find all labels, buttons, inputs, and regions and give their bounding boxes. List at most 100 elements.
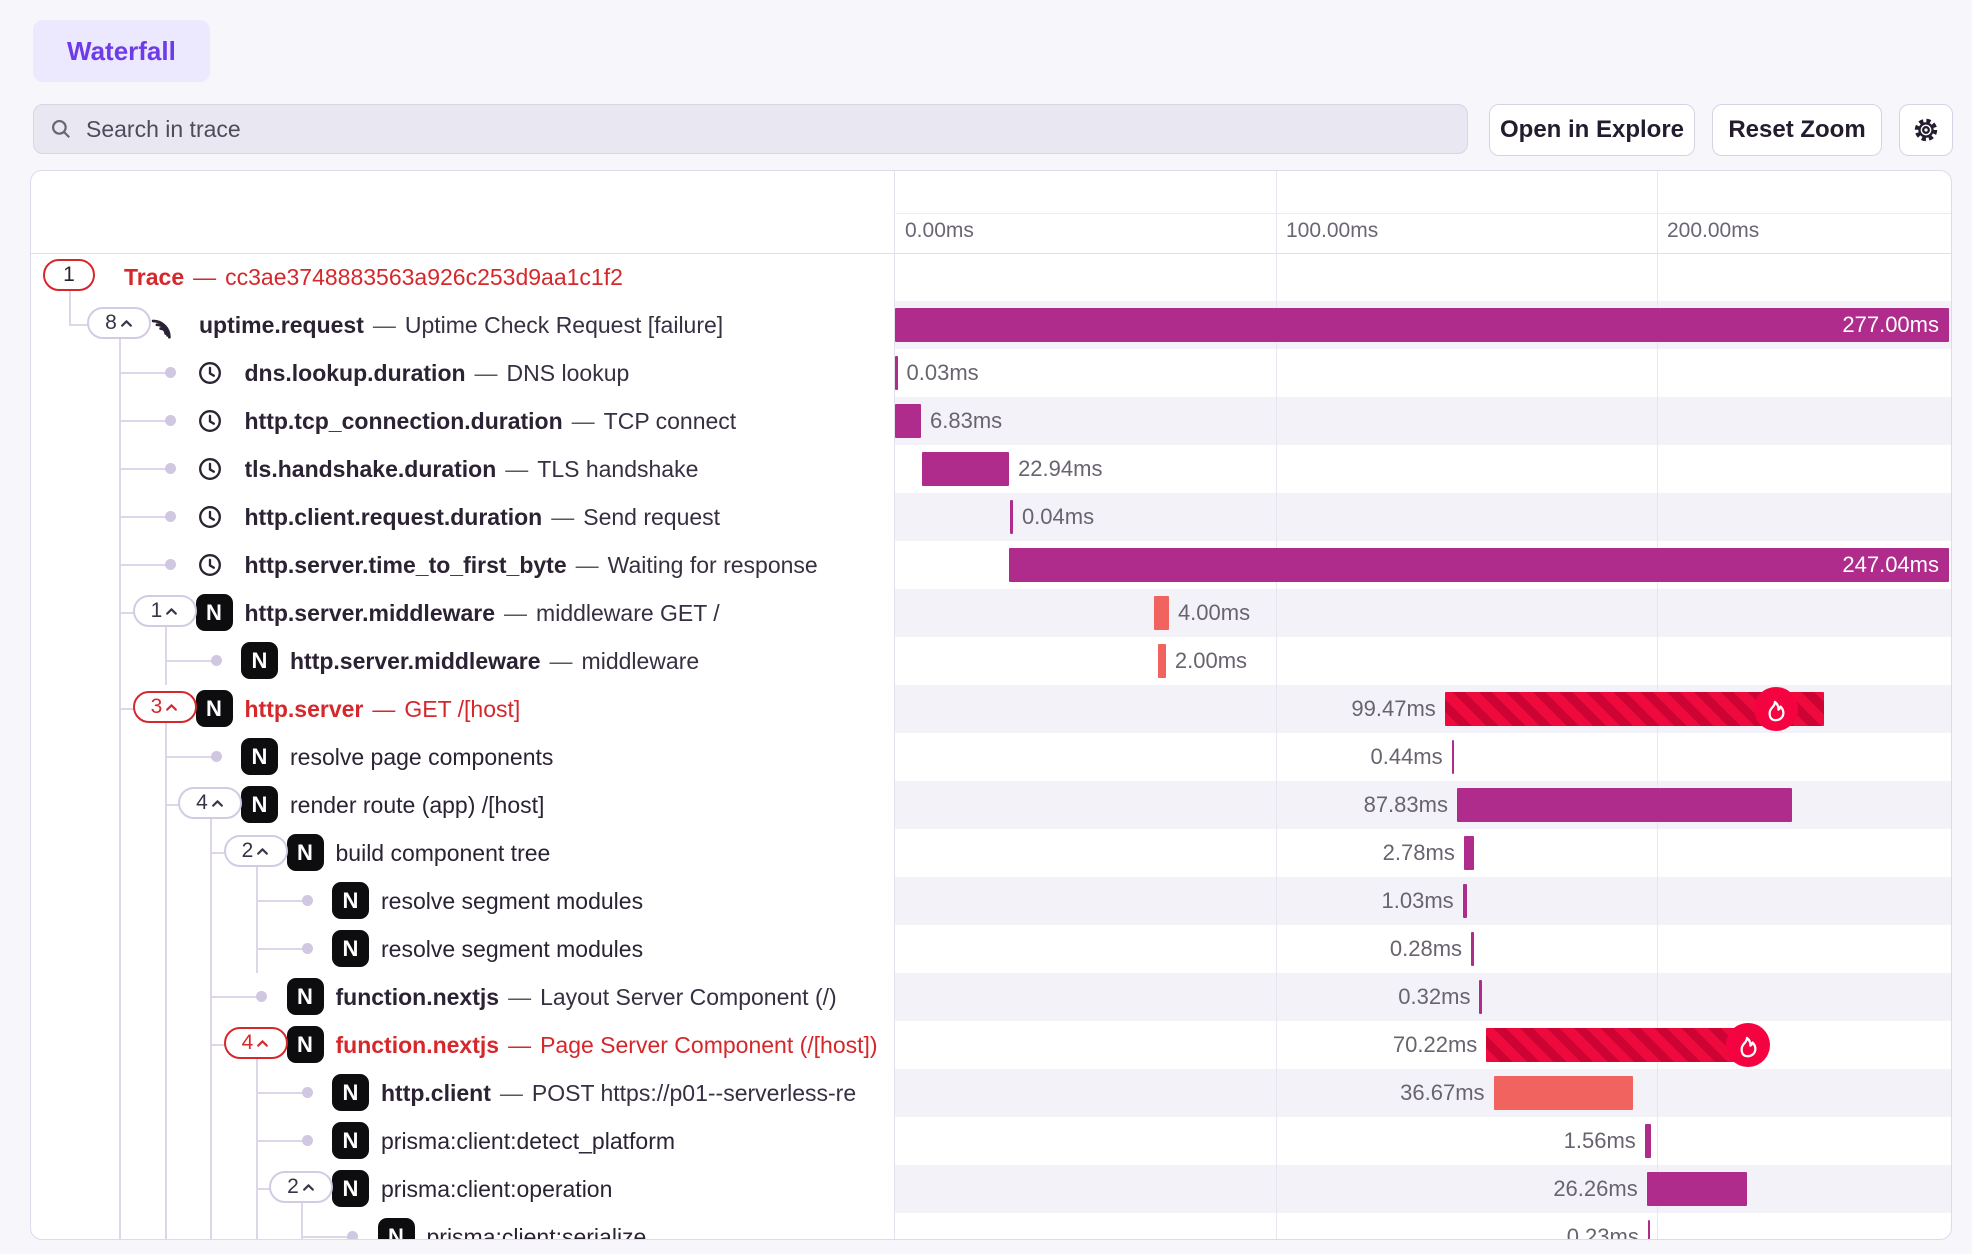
span-duration-bar[interactable] xyxy=(1645,1124,1651,1158)
expand-pill[interactable]: 1 xyxy=(133,595,197,627)
tree-node-dot xyxy=(165,559,176,570)
timeline-row[interactable]: 0.28ms xyxy=(895,925,1952,973)
span-tree-row[interactable]: tls.handshake.duration—TLS handshake xyxy=(31,445,894,493)
span-duration-bar[interactable] xyxy=(1158,644,1166,678)
expand-pill[interactable]: 4 xyxy=(178,787,242,819)
trace-waterfall-panel: 1Trace—cc3ae3748883563a926c253d9aa1c1f28… xyxy=(30,170,1952,1240)
timeline-row[interactable]: 0.03ms xyxy=(895,349,1952,397)
chevron-up-icon xyxy=(211,799,224,808)
nextjs-icon: N xyxy=(287,978,324,1015)
tree-guide-line xyxy=(119,973,121,1021)
timeline-row[interactable]: 22.94ms xyxy=(895,445,1952,493)
timeline-row[interactable]: 6.83ms xyxy=(895,397,1952,445)
tree-connector xyxy=(165,660,217,662)
span-tree-row[interactable]: 8uptime.request—Uptime Check Request [fa… xyxy=(31,301,894,349)
timeline-row[interactable]: 277.00ms xyxy=(895,301,1952,349)
span-duration-label: 1.56ms xyxy=(1476,1117,1636,1165)
search-input[interactable] xyxy=(84,115,1467,144)
span-duration-label: 1.03ms xyxy=(1294,877,1454,925)
nextjs-icon: N xyxy=(196,594,233,631)
span-duration-label: 70.22ms xyxy=(1317,1021,1477,1069)
span-tree-row[interactable]: 4Nfunction.nextjs—Page Server Component … xyxy=(31,1021,894,1069)
timeline-row[interactable]: 1.03ms xyxy=(895,877,1952,925)
span-tree-row[interactable]: http.client.request.duration—Send reques… xyxy=(31,493,894,541)
span-duration-bar[interactable] xyxy=(1464,836,1475,870)
timeline-row[interactable]: 87.83ms xyxy=(895,781,1952,829)
expand-pill[interactable]: 4 xyxy=(224,1027,288,1059)
nextjs-icon: N xyxy=(332,1074,369,1111)
timeline-row[interactable] xyxy=(895,253,1952,301)
span-duration-bar[interactable] xyxy=(895,356,898,390)
span-row-text: dns.lookup.duration—DNS lookup xyxy=(245,349,895,397)
search-box[interactable] xyxy=(33,104,1468,154)
span-tree-row[interactable]: 1Nhttp.server.middleware—middleware GET … xyxy=(31,589,894,637)
timeline-row[interactable]: 26.26ms xyxy=(895,1165,1952,1213)
timeline-row[interactable]: 2.00ms xyxy=(895,637,1952,685)
span-tree-row[interactable]: 4Nrender route (app) /[host] xyxy=(31,781,894,829)
tree-guide-line xyxy=(165,1069,167,1117)
span-duration-bar[interactable] xyxy=(1648,1220,1651,1239)
reset-zoom-button[interactable]: Reset Zoom xyxy=(1712,104,1882,156)
span-tree-row[interactable]: Nprisma:client:serialize xyxy=(31,1213,894,1239)
span-duration-bar[interactable] xyxy=(1471,932,1474,966)
span-tree-row[interactable]: Nprisma:client:detect_platform xyxy=(31,1117,894,1165)
span-duration-bar[interactable] xyxy=(1457,788,1792,822)
span-duration-bar[interactable] xyxy=(1647,1172,1747,1206)
tree-guide-line xyxy=(256,1059,258,1069)
span-tree-row[interactable]: http.tcp_connection.duration—TCP connect xyxy=(31,397,894,445)
chevron-up-icon xyxy=(120,319,133,328)
span-duration-bar[interactable] xyxy=(1452,740,1455,774)
span-duration-bar[interactable] xyxy=(895,404,921,438)
timeline-row[interactable]: 70.22ms xyxy=(895,1021,1952,1069)
tree-guide-line xyxy=(119,637,121,685)
span-tree-row[interactable]: Nhttp.client—POST https://p01--serverles… xyxy=(31,1069,894,1117)
expand-pill[interactable]: 1 xyxy=(43,259,95,291)
span-separator: — xyxy=(508,984,531,1011)
span-duration-label: 87.83ms xyxy=(1288,781,1448,829)
timeline-row[interactable]: 2.78ms xyxy=(895,829,1952,877)
span-row-text: http.server.middleware—middleware GET / xyxy=(245,589,895,637)
timeline-row[interactable]: 4.00ms xyxy=(895,589,1952,637)
timeline-row[interactable]: 0.44ms xyxy=(895,733,1952,781)
timeline-row[interactable]: 0.32ms xyxy=(895,973,1952,1021)
span-description: Send request xyxy=(583,504,720,531)
span-tree-row[interactable]: Nresolve segment modules xyxy=(31,877,894,925)
expand-pill[interactable]: 8 xyxy=(87,307,151,339)
chevron-up-icon xyxy=(165,703,178,712)
expand-pill[interactable]: 2 xyxy=(224,835,288,867)
timeline-row[interactable]: 0.23ms xyxy=(895,1213,1952,1239)
timeline-row[interactable]: 0.04ms xyxy=(895,493,1952,541)
expand-pill[interactable]: 2 xyxy=(269,1171,333,1203)
timeline-row[interactable]: 36.67ms xyxy=(895,1069,1952,1117)
span-tree-row[interactable]: Nfunction.nextjs—Layout Server Component… xyxy=(31,973,894,1021)
span-tree-row[interactable]: 3Nhttp.server—GET /[host] xyxy=(31,685,894,733)
open-in-explore-button[interactable]: Open in Explore xyxy=(1489,104,1695,156)
span-tree-row[interactable]: Nresolve segment modules xyxy=(31,925,894,973)
span-tree-row[interactable]: http.server.time_to_first_byte—Waiting f… xyxy=(31,541,894,589)
span-row-text: resolve segment modules xyxy=(381,877,894,925)
span-duration-label: 4.00ms xyxy=(1178,589,1250,637)
span-tree-row[interactable]: Nhttp.server.middleware—middleware xyxy=(31,637,894,685)
settings-button[interactable] xyxy=(1899,104,1953,156)
timeline-row[interactable]: 1.56ms xyxy=(895,1117,1952,1165)
span-description: Waiting for response xyxy=(608,552,818,579)
span-duration-bar[interactable] xyxy=(1494,1076,1634,1110)
timeline-row[interactable]: 247.04ms xyxy=(895,541,1952,589)
span-duration-bar[interactable] xyxy=(1154,596,1169,630)
span-duration-bar[interactable] xyxy=(1486,1028,1754,1062)
span-tree-row[interactable]: 1Trace—cc3ae3748883563a926c253d9aa1c1f2 xyxy=(31,253,894,301)
timeline-row[interactable]: 99.47ms xyxy=(895,685,1952,733)
expand-pill[interactable]: 3 xyxy=(133,691,197,723)
tab-waterfall[interactable]: Waterfall xyxy=(33,20,210,82)
span-duration-bar[interactable] xyxy=(1463,884,1467,918)
span-tree-row[interactable]: Nresolve page components xyxy=(31,733,894,781)
span-tree-row[interactable]: 2Nprisma:client:operation xyxy=(31,1165,894,1213)
span-duration-bar[interactable] xyxy=(922,452,1009,486)
span-duration-bar[interactable] xyxy=(1010,500,1013,534)
span-duration-bar[interactable] xyxy=(1479,980,1482,1014)
gear-icon xyxy=(1912,116,1940,144)
span-tree-row[interactable]: dns.lookup.duration—DNS lookup xyxy=(31,349,894,397)
tree-guide-line xyxy=(210,1069,212,1117)
tree-guide-line xyxy=(210,1165,212,1213)
span-tree-row[interactable]: 2Nbuild component tree xyxy=(31,829,894,877)
